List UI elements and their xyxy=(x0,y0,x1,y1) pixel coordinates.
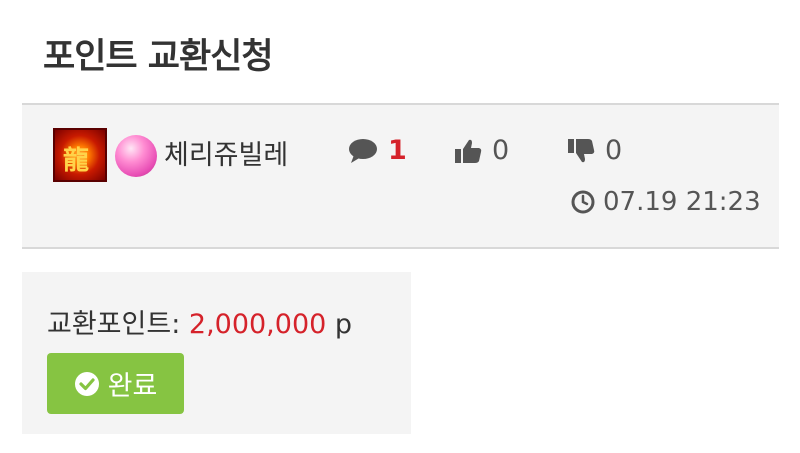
dislike-count-value: 0 xyxy=(605,135,623,166)
exchange-panel: 교환포인트: 2,000,000 p 완료 xyxy=(22,272,411,434)
timestamp-text: 07.19 21:23 xyxy=(603,187,761,217)
thumbs-up-icon xyxy=(455,139,482,163)
author-name[interactable]: 체리쥬빌레 xyxy=(164,133,288,172)
comment-icon xyxy=(349,138,377,163)
exchange-points: 교환포인트: 2,000,000 p xyxy=(47,302,352,341)
post-timestamp: 07.19 21:23 xyxy=(571,187,761,217)
like-count-value: 0 xyxy=(492,135,510,166)
thumbs-down-icon xyxy=(568,138,595,162)
dislike-count[interactable]: 0 xyxy=(567,135,622,166)
clock-icon xyxy=(571,190,595,214)
like-count[interactable]: 0 xyxy=(454,135,509,166)
post-meta-panel: 龍 체리쥬빌레 1 0 0 07.19 21:23 xyxy=(22,103,779,249)
comment-count-value: 1 xyxy=(388,135,407,166)
exchange-points-unit: p xyxy=(334,309,353,340)
complete-status-label: 완료 xyxy=(107,371,158,402)
pink-gem-icon xyxy=(115,135,157,177)
dragon-level-icon: 龍 xyxy=(53,128,107,182)
comment-count[interactable]: 1 xyxy=(348,135,407,166)
check-circle-icon xyxy=(74,371,99,396)
page-title: 포인트 교환신청 xyxy=(43,37,274,77)
exchange-points-label: 교환포인트: xyxy=(47,309,181,340)
complete-status-button[interactable]: 완료 xyxy=(47,353,184,414)
exchange-points-value: 2,000,000 xyxy=(188,309,327,340)
